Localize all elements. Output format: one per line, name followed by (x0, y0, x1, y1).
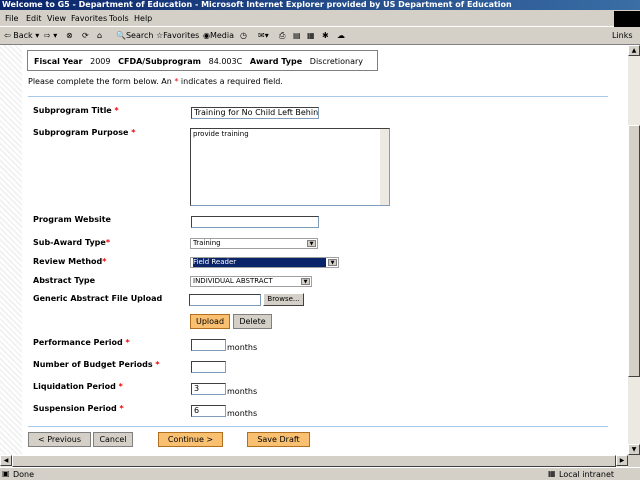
abstract-file-input[interactable] (189, 294, 261, 306)
award-type-label: Award Type (249, 57, 303, 66)
page-icon: ▣ (2, 469, 10, 478)
favorites-button[interactable]: ☆Favorites (156, 31, 199, 40)
intranet-icon: ▦ (548, 469, 556, 478)
performance-period-unit: months (227, 343, 258, 352)
program-website-input[interactable] (191, 216, 319, 228)
suspension-period-input[interactable]: 6 (191, 405, 226, 417)
window-title: Welcome to G5 - Department of Education … (0, 0, 640, 10)
sub-award-type-label: Sub-Award Type* (33, 238, 111, 247)
menu-view[interactable]: View (47, 14, 66, 23)
page-margin (0, 45, 22, 467)
award-header: Fiscal Year 2009 CFDA/Subprogram 84.003C… (27, 50, 378, 71)
divider (28, 96, 608, 97)
scroll-right-icon[interactable]: ▶ (616, 455, 628, 466)
abstract-type-label: Abstract Type (33, 276, 96, 285)
research-icon[interactable]: ✱ (322, 31, 329, 40)
menu-file[interactable]: File (5, 14, 18, 23)
liquidation-period-label: Liquidation Period * (33, 382, 123, 391)
print-icon[interactable]: ⎙ (279, 31, 285, 41)
browse-button[interactable]: Browse... (263, 293, 304, 306)
toolbar: ⇦ Back ▾ ⇨ ▾ ⊗ ⟳ ⌂ 🔍Search ☆Favorites ◉M… (0, 27, 640, 45)
sub-award-type-select[interactable]: Training ▼ (190, 238, 318, 249)
delete-button[interactable]: Delete (233, 314, 272, 329)
subprogram-title-input[interactable]: Training for No Child Left Behind (191, 107, 319, 119)
links-button[interactable]: Links (612, 31, 633, 40)
media-button[interactable]: ◉Media (203, 31, 234, 40)
instructions: Please complete the form below. An * ind… (28, 77, 283, 86)
zone-text: Local intranet (559, 470, 615, 479)
budget-periods-input[interactable] (191, 361, 226, 373)
cancel-button[interactable]: Cancel (93, 432, 133, 447)
menu-help[interactable]: Help (134, 14, 152, 23)
subprogram-purpose-label: Subprogram Purpose * (33, 128, 136, 137)
edit-icon[interactable]: ▤ (293, 31, 301, 40)
mail-icon[interactable]: ✉▾ (258, 31, 269, 40)
refresh-icon[interactable]: ⟳ (82, 31, 89, 40)
windows-logo-icon (614, 11, 640, 27)
history-icon[interactable]: ◷ (240, 31, 247, 40)
liquidation-period-input[interactable]: 3 (191, 383, 226, 395)
forward-button[interactable]: ⇨ ▾ (44, 31, 57, 40)
back-button[interactable]: ⇦ Back ▾ (4, 31, 39, 40)
review-method-label: Review Method* (33, 257, 107, 266)
continue-button[interactable]: Continue > (158, 432, 223, 447)
search-button[interactable]: 🔍Search (116, 31, 153, 40)
divider (28, 426, 608, 427)
status-bar: ▣ Done ▦ Local intranet (0, 467, 640, 480)
award-type-value: Discretionary (309, 57, 364, 66)
suspension-period-unit: months (227, 409, 258, 418)
previous-button[interactable]: < Previous (28, 432, 91, 447)
home-icon[interactable]: ⌂ (97, 31, 102, 40)
suspension-period-label: Suspension Period * (33, 404, 124, 413)
menu-favorites[interactable]: Favorites (71, 14, 107, 23)
horizontal-scroll-thumb[interactable] (12, 455, 616, 467)
vertical-scroll-thumb[interactable] (628, 125, 640, 377)
performance-period-label: Performance Period * (33, 338, 130, 347)
review-method-select[interactable]: Field Reader ▼ (190, 257, 339, 268)
liquidation-period-unit: months (227, 387, 258, 396)
scroll-up-icon[interactable]: ▲ (628, 45, 640, 56)
cfda-label: CFDA/Subprogram (118, 57, 201, 66)
chevron-down-icon[interactable]: ▼ (307, 240, 316, 247)
menu-bar: File Edit View Favorites Tools Help (0, 11, 640, 27)
cfda-value: 84.003C (208, 57, 243, 66)
messenger-icon[interactable]: ☁ (337, 31, 345, 40)
subprogram-purpose-textarea[interactable]: provide training (190, 128, 390, 206)
abstract-type-select[interactable]: INDIVIDUAL ABSTRACT ▼ (190, 276, 312, 287)
abstract-upload-label: Generic Abstract File Upload (33, 294, 163, 303)
fiscal-year-label: Fiscal Year (34, 57, 83, 66)
status-text: Done (13, 470, 35, 479)
program-website-label: Program Website (33, 215, 111, 224)
chevron-down-icon[interactable]: ▼ (301, 278, 310, 285)
save-draft-button[interactable]: Save Draft (247, 432, 310, 447)
fiscal-year-value: 2009 (90, 57, 111, 66)
menu-edit[interactable]: Edit (26, 14, 42, 23)
scroll-down-icon[interactable]: ▼ (628, 444, 640, 455)
menu-tools[interactable]: Tools (109, 14, 129, 23)
subprogram-title-label: Subprogram Title * (33, 106, 119, 115)
budget-periods-label: Number of Budget Periods * (33, 360, 160, 369)
performance-period-input[interactable] (191, 339, 226, 351)
stop-icon[interactable]: ⊗ (66, 31, 73, 40)
chevron-down-icon[interactable]: ▼ (328, 259, 337, 266)
textarea-scrollbar[interactable] (380, 129, 389, 205)
upload-button[interactable]: Upload (190, 314, 230, 329)
discuss-icon[interactable]: ▦ (307, 31, 315, 40)
scroll-left-icon[interactable]: ◀ (0, 455, 12, 466)
